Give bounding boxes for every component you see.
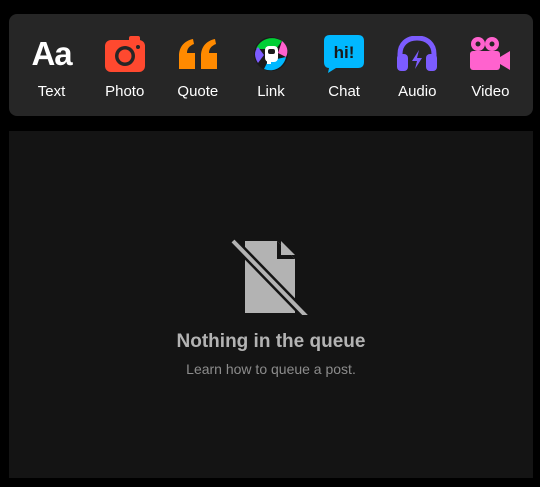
post-type-text-button[interactable]: Aa Text	[17, 14, 87, 116]
link-orb-icon	[249, 32, 293, 76]
queue-help-link[interactable]: Learn how to queue a post.	[9, 360, 533, 378]
post-type-audio-button[interactable]: Audio	[382, 14, 452, 116]
text-aa-icon: Aa	[31, 35, 72, 72]
post-type-label: Photo	[105, 83, 145, 100]
post-type-video-button[interactable]: Video	[455, 14, 525, 116]
chat-bubble-text: hi!	[334, 43, 355, 62]
camera-icon	[103, 32, 147, 76]
post-type-photo-button[interactable]: Photo	[90, 14, 160, 116]
queue-panel: Nothing in the queue Learn how to queue …	[9, 131, 533, 478]
empty-state-title: Nothing in the queue	[176, 331, 366, 352]
video-camera-icon	[468, 32, 512, 76]
no-document-icon	[229, 235, 311, 321]
post-type-toolbar: Aa Text Photo Quote Link hi! Chat Audio …	[9, 14, 533, 116]
post-type-label: Audio	[398, 83, 437, 100]
post-type-label: Video	[471, 83, 510, 100]
post-type-label: Chat	[328, 83, 360, 100]
post-type-quote-button[interactable]: Quote	[163, 14, 233, 116]
headphones-icon	[395, 32, 439, 76]
chat-bubble-icon: hi!	[322, 32, 366, 76]
post-type-link-button[interactable]: Link	[236, 14, 306, 116]
post-type-label: Text	[37, 83, 66, 100]
post-type-label: Quote	[177, 83, 219, 100]
post-type-label: Link	[257, 83, 285, 100]
post-type-chat-button[interactable]: hi! Chat	[309, 14, 379, 116]
quote-marks-icon	[176, 32, 220, 76]
